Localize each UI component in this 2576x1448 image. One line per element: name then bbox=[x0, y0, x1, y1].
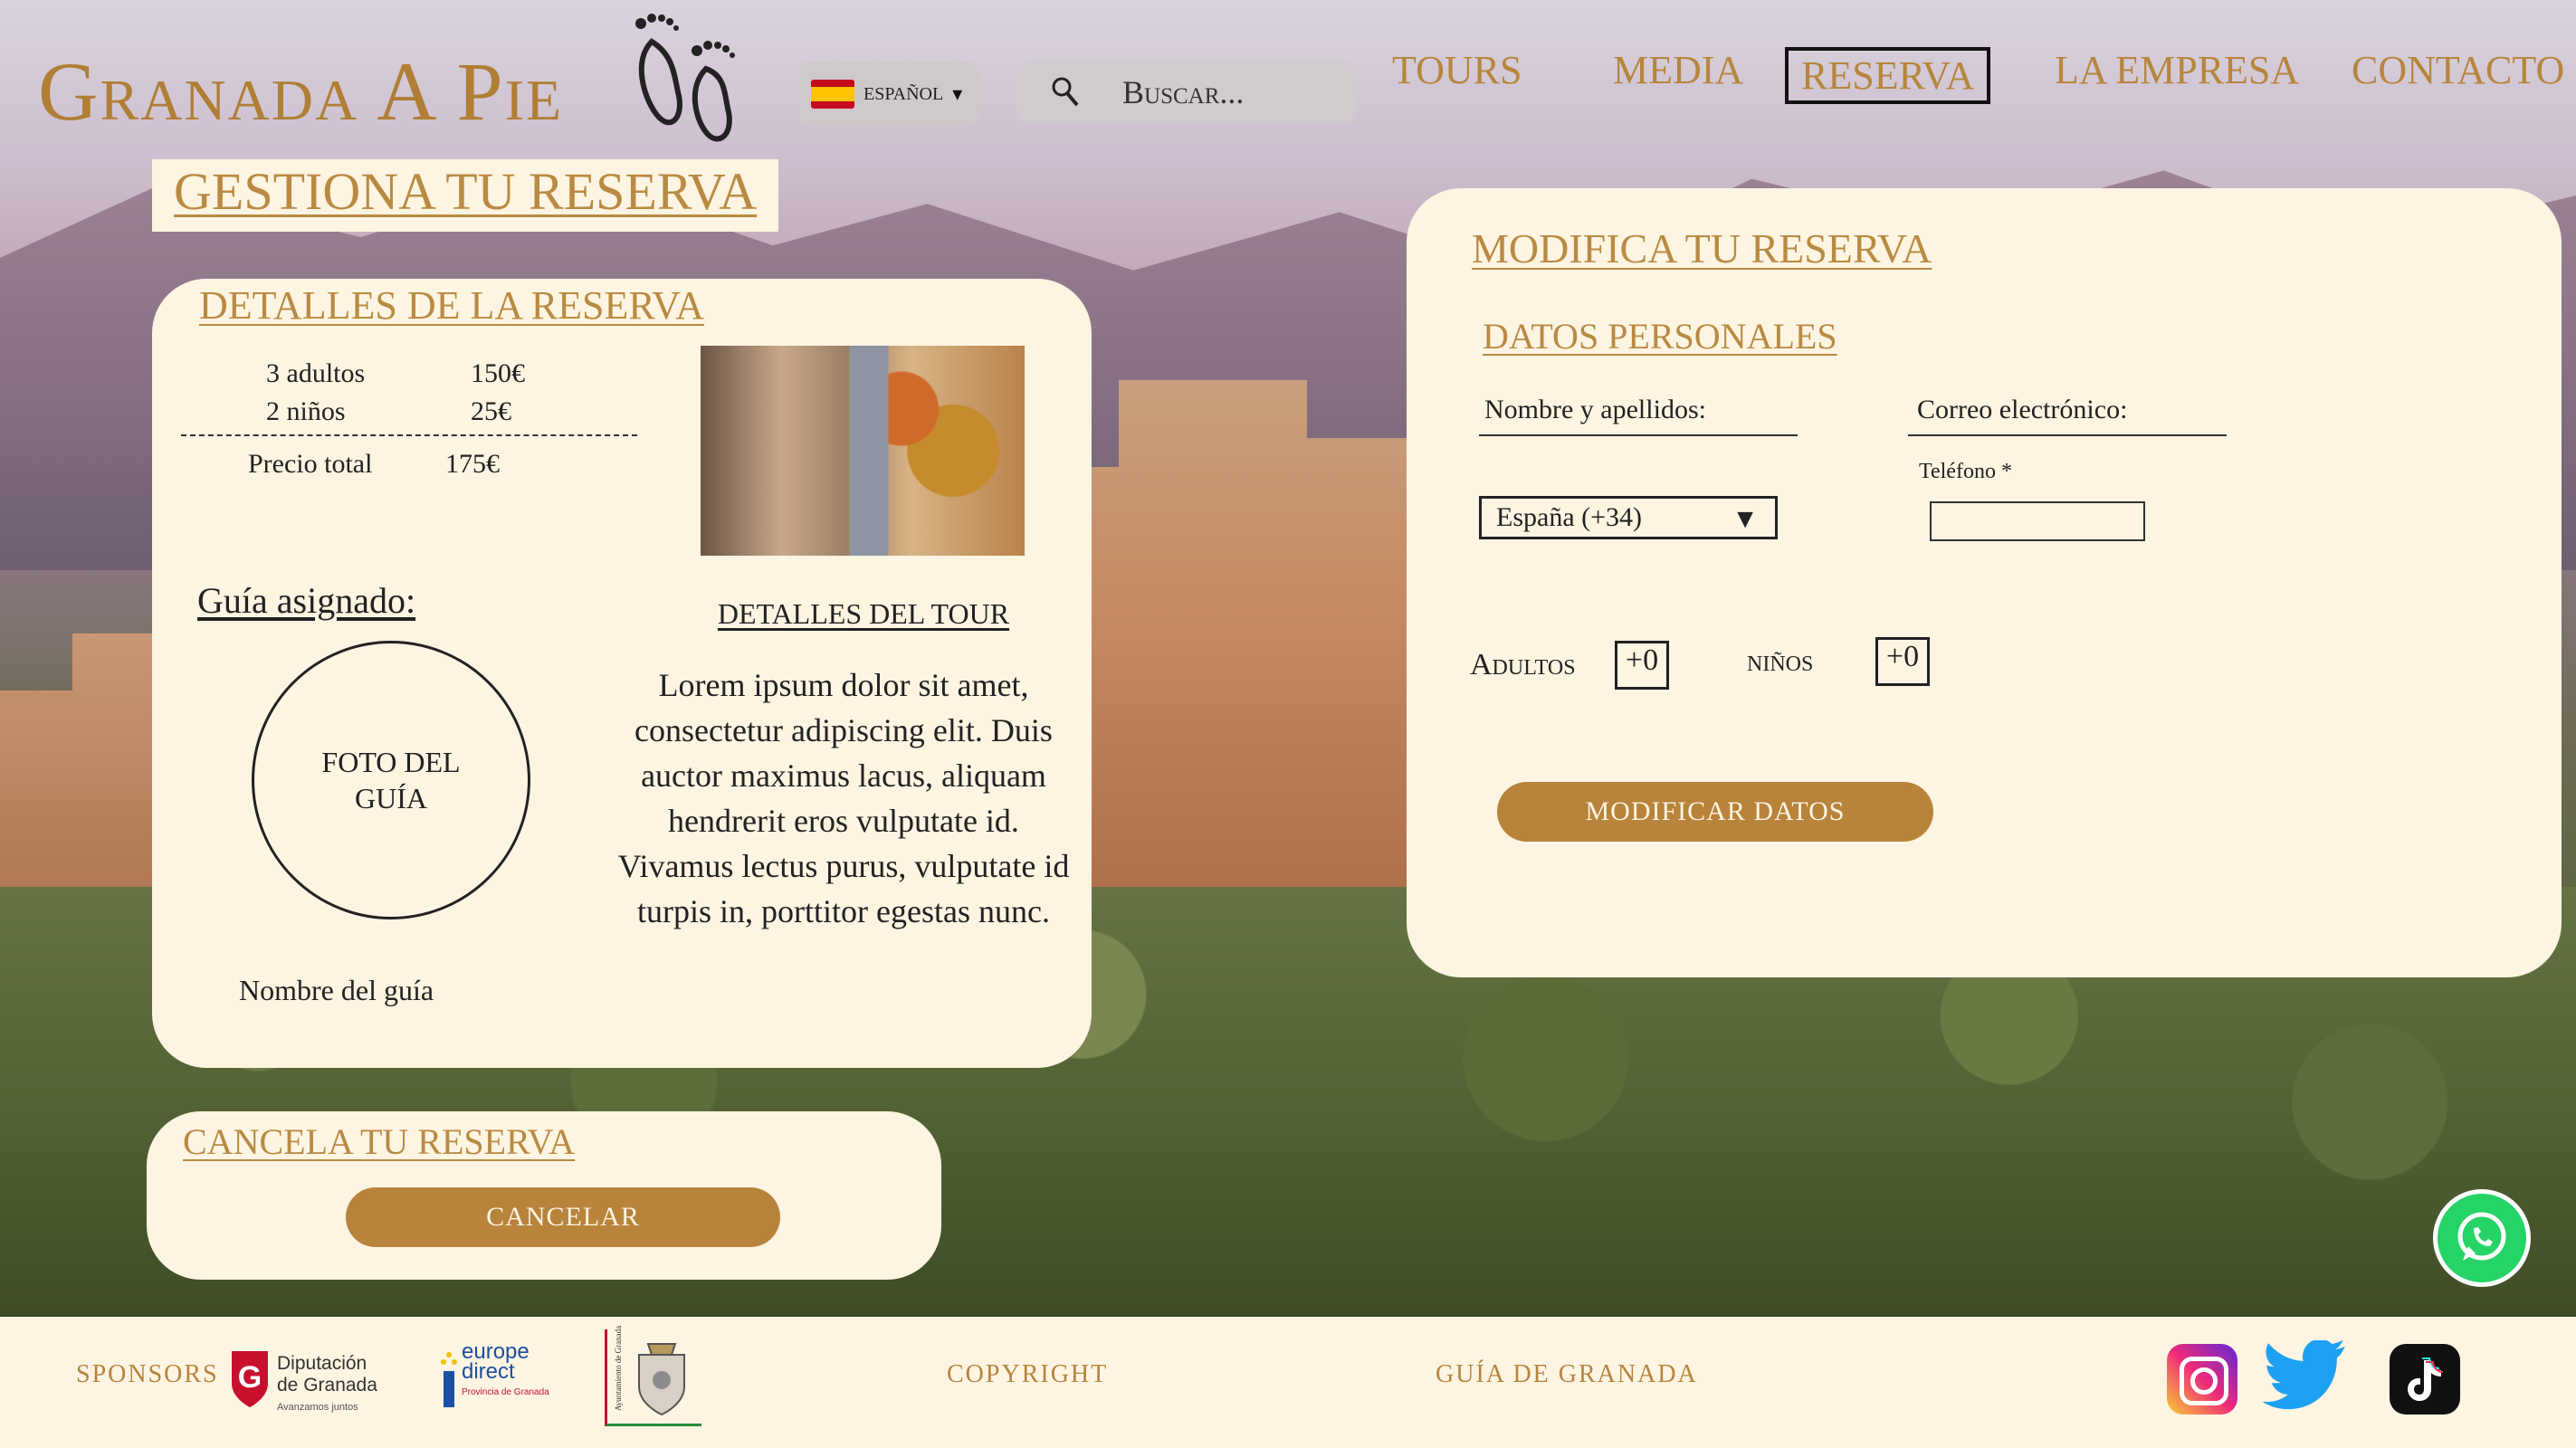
tour-photo bbox=[701, 346, 1025, 556]
phone-label: Teléfono * bbox=[1919, 460, 2012, 483]
chevron-down-icon: ▾ bbox=[952, 82, 963, 105]
price-divider bbox=[181, 434, 637, 436]
diputacion-tagline: Avanzamos juntos bbox=[277, 1402, 358, 1413]
europe-direct-tagline: Provincia de Granada bbox=[462, 1387, 549, 1397]
tour-details-title: DETALLES DEL TOUR bbox=[717, 597, 1010, 630]
site-logo-text[interactable]: Granada A Pie bbox=[38, 43, 563, 139]
nav-media[interactable]: MEDIA bbox=[1613, 47, 1743, 93]
tour-description: Lorem ipsum dolor sit amet, consectetur … bbox=[617, 667, 1070, 929]
ayuntamiento-name: Ayuntamiento de Granada bbox=[614, 1325, 623, 1411]
page-title: GESTIONA TU RESERVA bbox=[152, 159, 779, 232]
triangle-down-icon: ▼ bbox=[1732, 504, 1759, 534]
tiktok-icon[interactable] bbox=[2390, 1344, 2460, 1415]
europe-direct-name: europe direct bbox=[462, 1339, 530, 1384]
country-code-select[interactable]: España (+34) ▼ bbox=[1479, 496, 1778, 539]
email-field[interactable] bbox=[1908, 434, 2227, 436]
footprints-logo-icon[interactable] bbox=[625, 5, 742, 150]
reservation-details-card: DETALLES DE LA RESERVA 3 adultos 150€ 2 … bbox=[152, 279, 1092, 1068]
children-label: niños bbox=[1747, 644, 1814, 678]
adults-stepper[interactable]: +0 bbox=[1615, 641, 1669, 690]
children-price-value: 25€ bbox=[471, 396, 511, 426]
guide-name: Nombre del guía bbox=[239, 974, 434, 1006]
cancel-reservation-card: CANCELA TU RESERVA CANCELAR bbox=[147, 1111, 941, 1280]
personal-data-title: DATOS PERSONALES bbox=[1483, 316, 1837, 357]
search-placeholder: Buscar... bbox=[1122, 74, 1245, 110]
granada-coat-of-arms-icon bbox=[638, 1343, 685, 1416]
twitter-icon[interactable] bbox=[2263, 1340, 2350, 1418]
nav-reserva[interactable]: RESERVA bbox=[1785, 47, 1991, 104]
search-input[interactable]: Buscar... bbox=[1016, 62, 1358, 123]
spain-flag-icon bbox=[811, 80, 854, 109]
search-icon bbox=[1052, 77, 1079, 107]
children-price-label: 2 niños bbox=[266, 396, 346, 426]
guide-photo-text: FOTO DEL GUÍA bbox=[321, 746, 461, 814]
assigned-guide-label: Guía asignado: bbox=[197, 580, 416, 621]
guide-photo-placeholder: FOTO DEL GUÍA bbox=[252, 641, 530, 919]
name-label: Nombre y apellidos: bbox=[1484, 395, 1706, 424]
language-select[interactable]: ESPAÑOL ▾ bbox=[798, 62, 979, 127]
guide-granada-link[interactable]: GUÍA DE GRANADA bbox=[1436, 1360, 1698, 1389]
phone-input[interactable] bbox=[1930, 501, 2145, 541]
sponsors-label: SPONSORS bbox=[76, 1360, 219, 1388]
whatsapp-icon bbox=[2457, 1212, 2506, 1261]
total-price-label: Precio total bbox=[248, 449, 373, 479]
total-price-value: 175€ bbox=[445, 449, 500, 479]
svg-text:G: G bbox=[238, 1360, 262, 1395]
language-label: ESPAÑOL bbox=[863, 83, 944, 104]
copyright-link[interactable]: COPYRIGHT bbox=[947, 1360, 1108, 1389]
sponsor-ayuntamiento-logo[interactable]: Ayuntamiento de Granada bbox=[605, 1325, 704, 1429]
name-field[interactable] bbox=[1479, 434, 1798, 436]
details-title: DETALLES DE LA RESERVA bbox=[199, 283, 705, 328]
cancel-button[interactable]: CANCELAR bbox=[346, 1187, 780, 1247]
adults-label: Adultos bbox=[1470, 648, 1576, 681]
diputacion-name: Diputación de Granada bbox=[277, 1353, 377, 1396]
modify-title: MODIFICA TU RESERVA bbox=[1472, 225, 1932, 272]
cancel-title: CANCELA TU RESERVA bbox=[183, 1121, 576, 1162]
nav-contacto[interactable]: CONTACTO bbox=[2352, 47, 2564, 93]
modify-reservation-card: MODIFICA TU RESERVA DATOS PERSONALES Nom… bbox=[1407, 188, 2562, 977]
adults-price-label: 3 adultos bbox=[266, 358, 366, 388]
children-stepper[interactable]: +0 bbox=[1875, 637, 1930, 686]
sponsor-europe-direct-logo[interactable]: europe direct Provincia de Granada bbox=[438, 1339, 574, 1424]
footer: SPONSORS G Diputación de Granada Avanzam… bbox=[0, 1317, 2576, 1448]
country-code-value: España (+34) bbox=[1496, 502, 1643, 532]
sponsor-diputacion-logo[interactable]: G Diputación de Granada Avanzamos juntos bbox=[228, 1344, 382, 1418]
instagram-icon[interactable] bbox=[2167, 1344, 2237, 1415]
diputacion-shield-icon: G bbox=[232, 1351, 268, 1407]
modify-data-button[interactable]: MODIFICAR DATOS bbox=[1497, 782, 1933, 842]
nav-tours[interactable]: TOURS bbox=[1392, 47, 1522, 93]
europe-stars-icon bbox=[441, 1352, 457, 1407]
email-label: Correo electrónico: bbox=[1917, 395, 2128, 424]
adults-price-value: 150€ bbox=[471, 358, 525, 388]
whatsapp-button[interactable] bbox=[2433, 1189, 2531, 1287]
nav-la-empresa[interactable]: LA EMPRESA bbox=[2055, 47, 2299, 93]
